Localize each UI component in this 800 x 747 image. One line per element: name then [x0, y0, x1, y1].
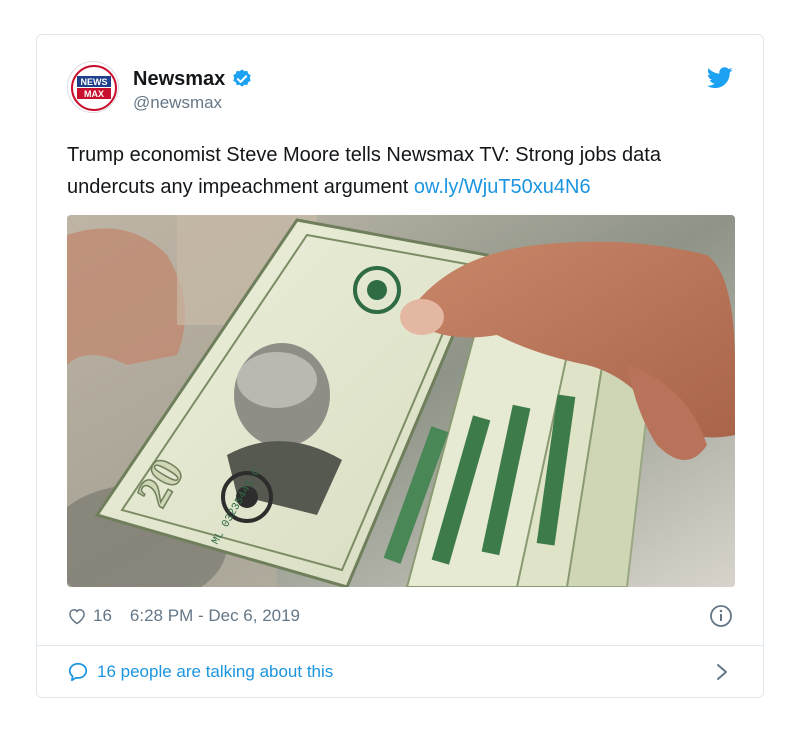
heart-icon[interactable]	[67, 606, 87, 626]
tweet-timestamp[interactable]: 6:28 PM - Dec 6, 2019	[130, 606, 300, 626]
photo-of-hand-holding-twenty-dollar-bills: 20 ML 03235441 C	[67, 215, 735, 587]
verified-badge-icon	[233, 69, 251, 87]
talking-label[interactable]: 16 people are talking about this	[97, 662, 333, 682]
like-count: 16	[93, 606, 112, 625]
chevron-right-icon[interactable]	[715, 663, 729, 681]
conversation-link[interactable]: 16 people are talking about this	[67, 657, 733, 687]
info-icon[interactable]	[709, 604, 733, 628]
twitter-bird-icon[interactable]	[707, 67, 733, 89]
avatar[interactable]: NEWS MAX	[67, 61, 119, 113]
svg-text:MAX: MAX	[84, 89, 104, 99]
divider	[37, 645, 763, 646]
account-names[interactable]: Newsmax @newsmax	[133, 67, 253, 113]
tweet-meta: 16 6:28 PM - Dec 6, 2019	[67, 603, 733, 629]
tweet-image[interactable]: 20 ML 03235441 C	[67, 215, 735, 587]
tweet-header: NEWS MAX Newsmax @newsmax	[67, 61, 733, 117]
tweet-card[interactable]: NEWS MAX Newsmax @newsmax Trump economis…	[36, 34, 764, 698]
svg-text:NEWS: NEWS	[81, 77, 108, 87]
account-handle: @newsmax	[133, 93, 223, 112]
tweet-link[interactable]: ow.ly/WjuT50xu4N6	[414, 176, 591, 198]
tweet-text: Trump economist Steve Moore tells Newsma…	[67, 139, 735, 203]
display-name[interactable]: Newsmax	[133, 68, 225, 91]
newsmax-logo: NEWS MAX	[69, 63, 118, 112]
speech-bubble-icon	[68, 662, 88, 682]
